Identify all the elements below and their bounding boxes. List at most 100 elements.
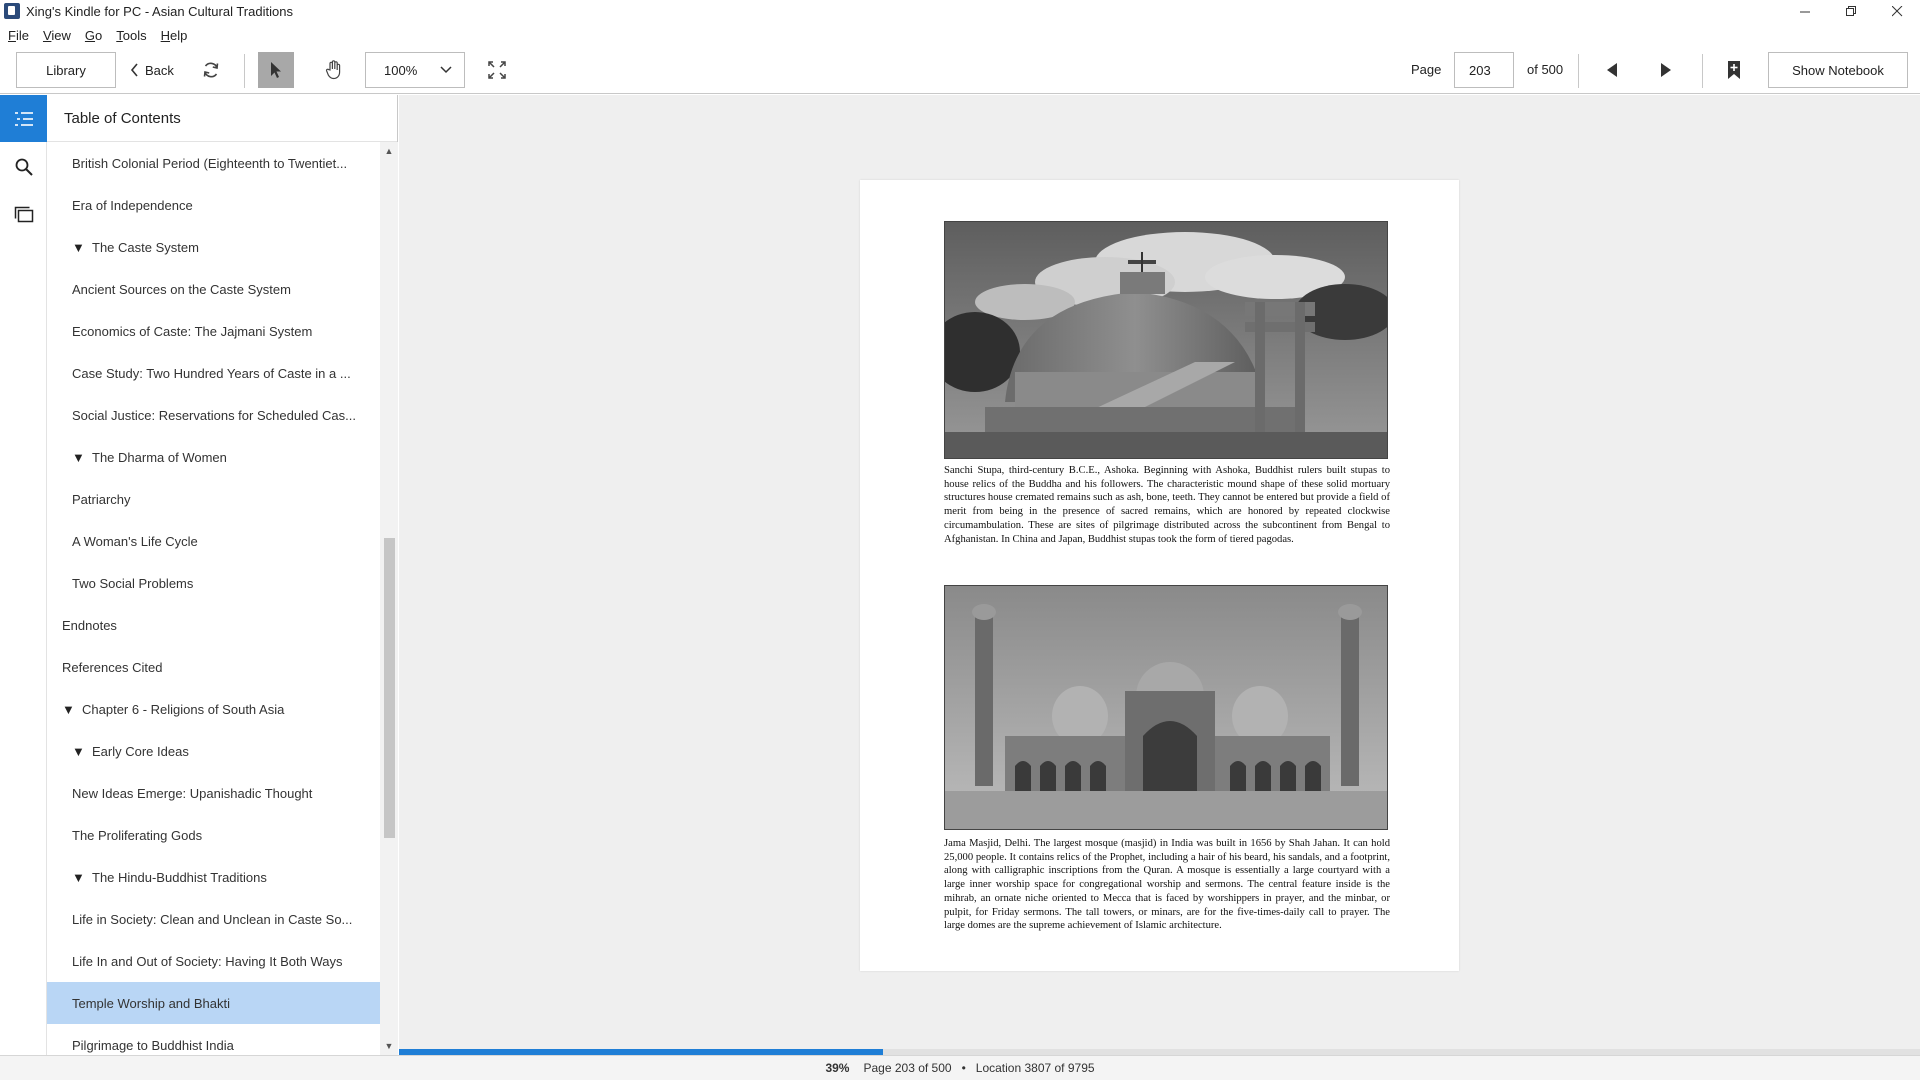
- library-button[interactable]: Library: [16, 52, 116, 88]
- page-number-value: 203: [1469, 62, 1491, 78]
- expand-triangle-icon[interactable]: ▼: [72, 870, 85, 885]
- toc-item[interactable]: Endnotes: [47, 604, 380, 646]
- reader-area[interactable]: Sanchi Stupa, third-century B.C.E., Asho…: [399, 95, 1920, 1055]
- toc-item-label: Life in Society: Clean and Unclean in Ca…: [72, 911, 353, 927]
- toc-item[interactable]: Economics of Caste: The Jajmani System: [47, 310, 380, 352]
- toc-list: British Colonial Period (Eighteenth to T…: [47, 142, 380, 1055]
- previous-page-button[interactable]: [1596, 54, 1628, 86]
- toc-item[interactable]: ▼ Chapter 6 - Religions of South Asia: [47, 688, 380, 730]
- zoom-select[interactable]: 100%: [365, 52, 465, 88]
- toc-item[interactable]: Life in Society: Clean and Unclean in Ca…: [47, 898, 380, 940]
- toc-item-label: Patriarchy: [72, 491, 131, 507]
- menu-tools[interactable]: Tools: [116, 28, 146, 43]
- close-icon[interactable]: [1874, 0, 1920, 22]
- scroll-down-arrow-icon[interactable]: ▼: [380, 1037, 398, 1055]
- menu-go[interactable]: Go: [85, 28, 102, 43]
- toc-item[interactable]: Era of Independence: [47, 184, 380, 226]
- toc-item[interactable]: A Woman's Life Cycle: [47, 520, 380, 562]
- select-tool-button[interactable]: [258, 52, 294, 88]
- triangle-left-icon: [1607, 63, 1617, 77]
- toc-rail-button[interactable]: [0, 95, 47, 142]
- toolbar-divider: [244, 54, 245, 88]
- toc-item-label: Case Study: Two Hundred Years of Caste i…: [72, 365, 351, 381]
- toc-item-label: A Woman's Life Cycle: [72, 533, 198, 549]
- toc-item-label: Two Social Problems: [72, 575, 194, 591]
- expand-triangle-icon[interactable]: ▼: [62, 702, 75, 717]
- bookmark-button[interactable]: [1720, 54, 1748, 86]
- window-controls: [1782, 0, 1920, 22]
- page-total: of 500: [1527, 62, 1564, 77]
- page-number-input[interactable]: 203: [1454, 52, 1514, 88]
- toc-item-label: Economics of Caste: The Jajmani System: [72, 323, 313, 339]
- toc-item[interactable]: Life In and Out of Society: Having It Bo…: [47, 940, 380, 982]
- menu-help[interactable]: Help: [161, 28, 188, 43]
- notebook-label: Show Notebook: [1792, 62, 1884, 78]
- page-label: Page: [1411, 62, 1442, 77]
- expand-triangle-icon[interactable]: ▼: [72, 744, 85, 759]
- left-rail: [0, 95, 47, 1055]
- restore-icon[interactable]: [1828, 0, 1874, 22]
- toc-item-label: Era of Independence: [72, 197, 193, 213]
- expand-triangle-icon[interactable]: ▼: [72, 450, 85, 465]
- toc-item[interactable]: ▼ Early Core Ideas: [47, 730, 380, 772]
- toc-scroll-thumb[interactable]: [384, 538, 395, 838]
- minimize-icon[interactable]: [1782, 0, 1828, 22]
- toc-item-label: Chapter 6 - Religions of South Asia: [82, 701, 285, 717]
- toc-item[interactable]: British Colonial Period (Eighteenth to T…: [47, 142, 380, 184]
- show-notebook-button[interactable]: Show Notebook: [1768, 52, 1908, 88]
- toc-item[interactable]: ▼ The Caste System: [47, 226, 380, 268]
- next-page-button[interactable]: [1650, 54, 1682, 86]
- back-button[interactable]: Back: [130, 52, 180, 88]
- toc-item[interactable]: Case Study: Two Hundred Years of Caste i…: [47, 352, 380, 394]
- toc-item[interactable]: The Proliferating Gods: [47, 814, 380, 856]
- toc-item[interactable]: Temple Worship and Bhakti: [47, 982, 380, 1024]
- status-location: Location 3807 of 9795: [975, 1061, 1095, 1075]
- menu-view[interactable]: View: [43, 28, 71, 43]
- sync-icon: [203, 62, 219, 78]
- triangle-right-icon: [1661, 63, 1671, 77]
- stupa-caption: Sanchi Stupa, third-century B.C.E., Asho…: [944, 465, 1390, 545]
- toc-item-label: The Caste System: [92, 239, 199, 255]
- menu-file[interactable]: File: [8, 28, 29, 43]
- zoom-value: 100%: [384, 62, 418, 78]
- toc-item-label: Social Justice: Reservations for Schedul…: [72, 407, 356, 423]
- toc-item-label: The Hindu-Buddhist Traditions: [92, 869, 267, 885]
- chevron-down-icon: [440, 66, 452, 74]
- toc-header: Table of Contents: [47, 95, 397, 142]
- sanchi-stupa-photo: [944, 221, 1388, 459]
- hand-icon: [325, 60, 341, 80]
- toc-item[interactable]: Patriarchy: [47, 478, 380, 520]
- book-page: Sanchi Stupa, third-century B.C.E., Asho…: [860, 180, 1459, 971]
- back-label: Back: [145, 62, 174, 78]
- toc-item[interactable]: New Ideas Emerge: Upanishadic Thought: [47, 772, 380, 814]
- expand-triangle-icon[interactable]: ▼: [72, 240, 85, 255]
- chevron-left-icon: [130, 63, 138, 77]
- toc-item-label: Life In and Out of Society: Having It Bo…: [72, 953, 343, 969]
- toc-item-label: Early Core Ideas: [92, 743, 189, 759]
- toc-item-label: British Colonial Period (Eighteenth to T…: [72, 155, 348, 171]
- search-icon: [15, 158, 33, 176]
- toc-item-label: The Dharma of Women: [92, 449, 227, 465]
- scroll-up-arrow-icon[interactable]: ▲: [380, 142, 398, 160]
- toc-item-label: References Cited: [62, 659, 163, 675]
- hand-tool-button[interactable]: [316, 52, 352, 88]
- toc-item[interactable]: References Cited: [47, 646, 380, 688]
- toc-item[interactable]: Ancient Sources on the Caste System: [47, 268, 380, 310]
- notes-rail-button[interactable]: [0, 195, 47, 235]
- toc-item-label: The Proliferating Gods: [72, 827, 203, 843]
- toc-item[interactable]: Social Justice: Reservations for Schedul…: [47, 394, 380, 436]
- toc-list-icon: [14, 111, 33, 126]
- toc-item-label: Endnotes: [62, 617, 117, 633]
- window-title: Xing's Kindle for PC - Asian Cultural Tr…: [26, 3, 293, 19]
- fullscreen-icon: [488, 61, 506, 79]
- search-rail-button[interactable]: [0, 147, 47, 187]
- toc-item[interactable]: ▼ The Hindu-Buddhist Traditions: [47, 856, 380, 898]
- toc-scrollbar[interactable]: ▲ ▼: [380, 142, 398, 1055]
- toc-item[interactable]: ▼ The Dharma of Women: [47, 436, 380, 478]
- sync-button[interactable]: [196, 54, 226, 86]
- toolbar-divider: [1702, 54, 1703, 88]
- toc-item[interactable]: Pilgrimage to Buddhist India: [47, 1024, 380, 1055]
- fullscreen-button[interactable]: [482, 54, 512, 86]
- toc-item[interactable]: Two Social Problems: [47, 562, 380, 604]
- status-separator: •: [961, 1061, 966, 1075]
